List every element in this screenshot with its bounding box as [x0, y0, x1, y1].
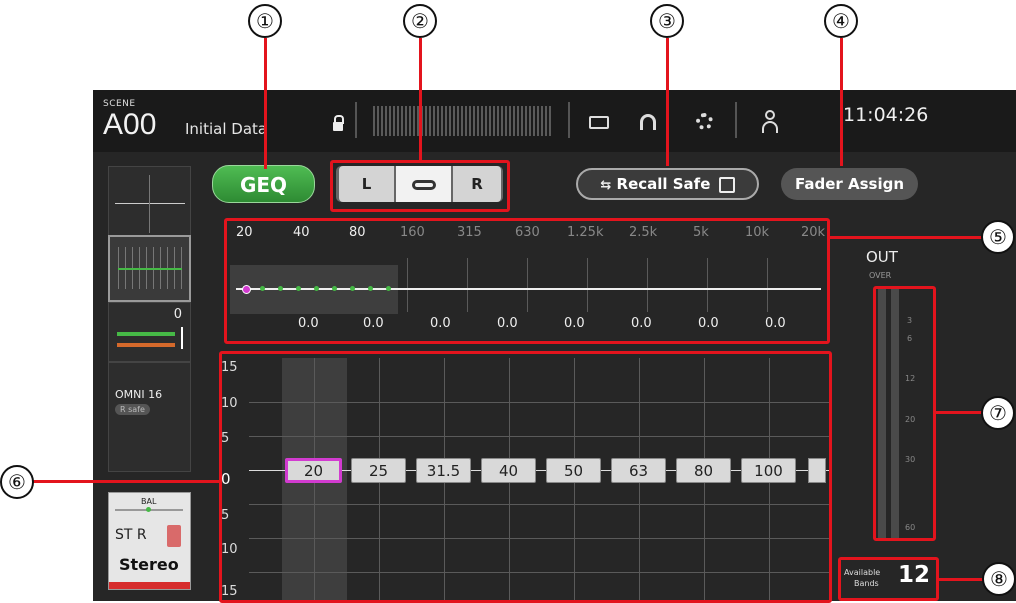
patch-section[interactable]: OMNI 16 R safe [108, 362, 191, 422]
level-meter-strip[interactable] [373, 106, 553, 136]
geq-thumbnail[interactable] [108, 235, 191, 302]
callout-1: ① [248, 4, 282, 38]
channel-card[interactable]: BAL ST R Stereo [108, 492, 191, 590]
callout-6: ⑥ [0, 465, 34, 499]
fader-assign-label: Fader Assign [794, 175, 905, 193]
eq-thumb-line [115, 203, 185, 204]
eq-thumbnail[interactable] [108, 166, 191, 240]
scene-number[interactable]: A00 [103, 108, 156, 142]
fader-level-bar [117, 332, 175, 336]
gear-icon[interactable] [696, 113, 713, 130]
recall-safe-label: Recall Safe [616, 175, 711, 193]
recall-safe-icon: ⇆ [600, 178, 612, 193]
speaker-icon [167, 525, 181, 547]
leader-line-8 [938, 578, 984, 581]
callout-8: ⑧ [982, 562, 1016, 596]
status-bar: SCENE A00 Initial Data 11:04:26 [93, 90, 1016, 152]
leader-line-5 [829, 236, 982, 239]
callout-5: ⑤ [981, 220, 1015, 254]
geq-label: GEQ [239, 173, 288, 197]
clock: 11:04:26 [843, 104, 929, 126]
highlight-fader-area [219, 351, 832, 603]
fader-section[interactable]: 0 [108, 302, 191, 362]
callout-7: ⑦ [981, 396, 1015, 430]
out-label: OUT [866, 248, 898, 266]
leader-line-4 [840, 38, 843, 166]
external-link-icon [718, 176, 735, 193]
fader-cursor [181, 327, 183, 349]
divider [568, 102, 570, 138]
divider [355, 102, 357, 138]
fader-assign-button[interactable]: Fader Assign [781, 168, 918, 200]
channel-name-area[interactable] [108, 422, 191, 472]
geq-button[interactable]: GEQ [212, 165, 315, 203]
highlight-response-graph [224, 218, 830, 344]
fader-gain-bar [117, 343, 175, 347]
scene-name[interactable]: Initial Data [185, 120, 267, 138]
leader-line-2 [419, 38, 422, 161]
recall-safe-button[interactable]: ⇆ Recall Safe [576, 168, 759, 200]
callout-4: ④ [824, 4, 858, 38]
user-icon-body [762, 121, 778, 133]
divider [735, 102, 737, 138]
highlight-available-bands [838, 557, 939, 601]
channel-id: ST R [115, 527, 147, 543]
fader-value: 0 [173, 307, 182, 322]
callout-2: ② [403, 4, 437, 38]
balance-knob [146, 507, 151, 512]
highlight-output-meter [873, 286, 936, 541]
leader-line-6 [30, 480, 220, 483]
recall-safe-badge: R safe [115, 404, 150, 415]
channel-color-stripe [109, 582, 190, 589]
highlight-link-group [330, 160, 510, 212]
user-icon[interactable] [765, 110, 775, 120]
leader-line-3 [666, 38, 669, 166]
recorder-icon[interactable] [589, 116, 609, 129]
leader-line-7 [935, 411, 983, 414]
balance-label: BAL [141, 497, 157, 506]
lock-shackle [334, 115, 344, 124]
port-name: OMNI 16 [115, 388, 163, 401]
eq-thumb-axis [149, 175, 150, 233]
callout-3: ③ [650, 4, 684, 38]
leader-line-1 [264, 38, 267, 169]
channel-name: Stereo [119, 555, 179, 574]
headphones-icon[interactable] [640, 114, 656, 130]
geq-thumb-line [118, 268, 182, 270]
over-label: OVER [869, 271, 892, 280]
